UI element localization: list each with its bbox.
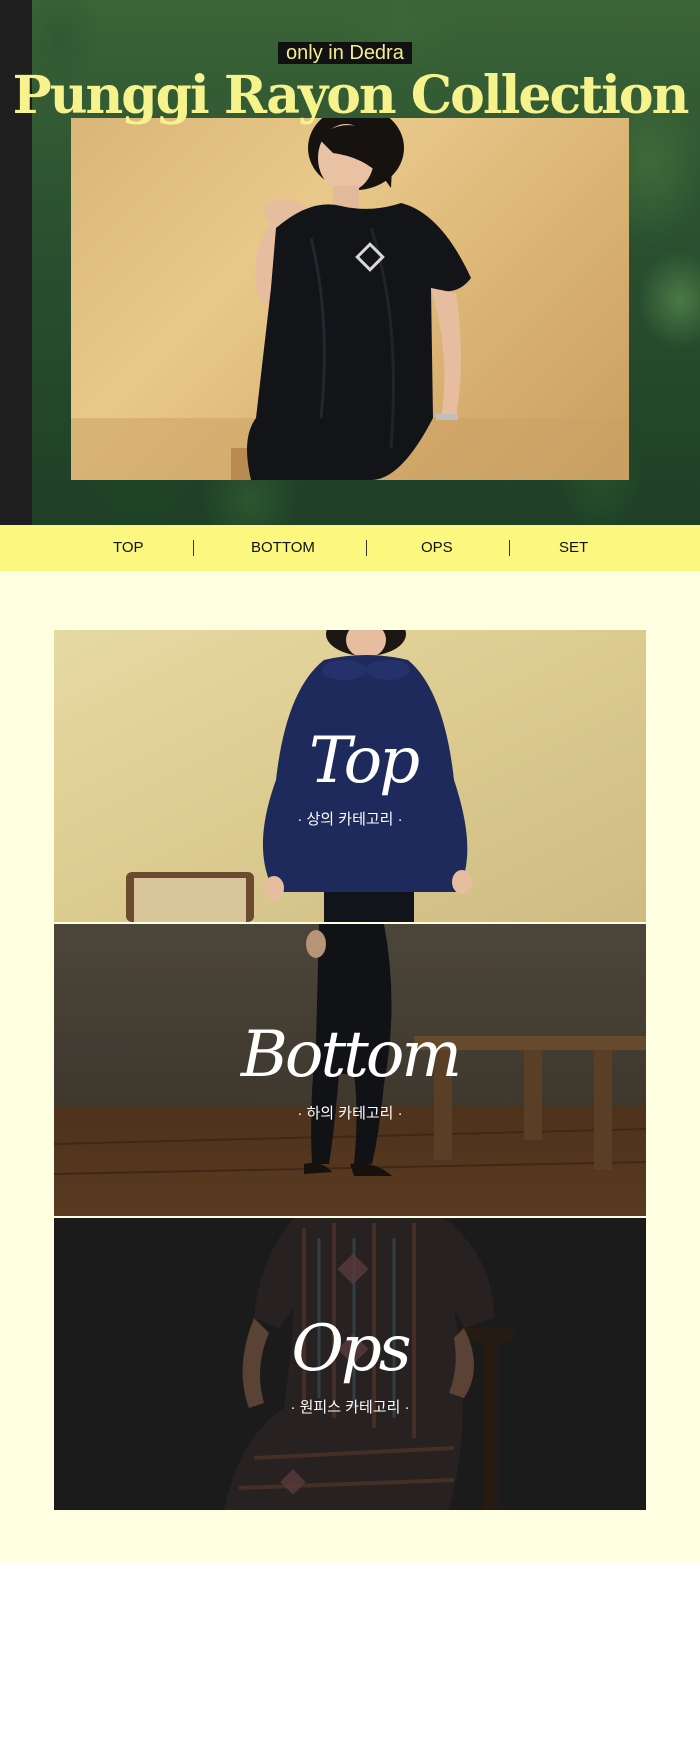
category-subtitle-bottom: · 하의 카테고리 · — [297, 1105, 403, 1122]
nav-item-ops[interactable]: OPS — [421, 525, 453, 571]
nav-item-set[interactable]: SET — [559, 525, 588, 571]
category-title-top: Top — [308, 724, 420, 798]
category-title-bottom: Bottom — [240, 1018, 462, 1092]
nav-divider — [509, 540, 510, 556]
category-nav: TOP BOTTOM OPS SET — [0, 525, 700, 571]
category-card-bottom[interactable]: Bottom · 하의 카테고리 · — [54, 924, 646, 1216]
category-section: Top · 상의 카테고리 · Bottom · 하의 카테고리 · Ops ·… — [0, 571, 700, 1564]
hero-title: Punggi Rayon Collection — [12, 65, 690, 126]
nav-item-top[interactable]: TOP — [113, 525, 144, 571]
category-title-ops: Ops — [291, 1312, 411, 1386]
nav-divider — [366, 540, 367, 556]
category-card-ops[interactable]: Ops · 원피스 카테고리 · — [54, 1218, 646, 1510]
category-subtitle-ops: · 원피스 카테고리 · — [290, 1399, 410, 1416]
hero-banner: only in Dedra Punggi Rayon Collection — [0, 0, 700, 525]
category-card-top[interactable]: Top · 상의 카테고리 · — [54, 630, 646, 922]
nav-item-bottom[interactable]: BOTTOM — [251, 525, 315, 571]
nav-divider — [193, 540, 194, 556]
hero-model-photo — [71, 118, 629, 480]
category-subtitle-top: · 상의 카테고리 · — [297, 811, 403, 828]
